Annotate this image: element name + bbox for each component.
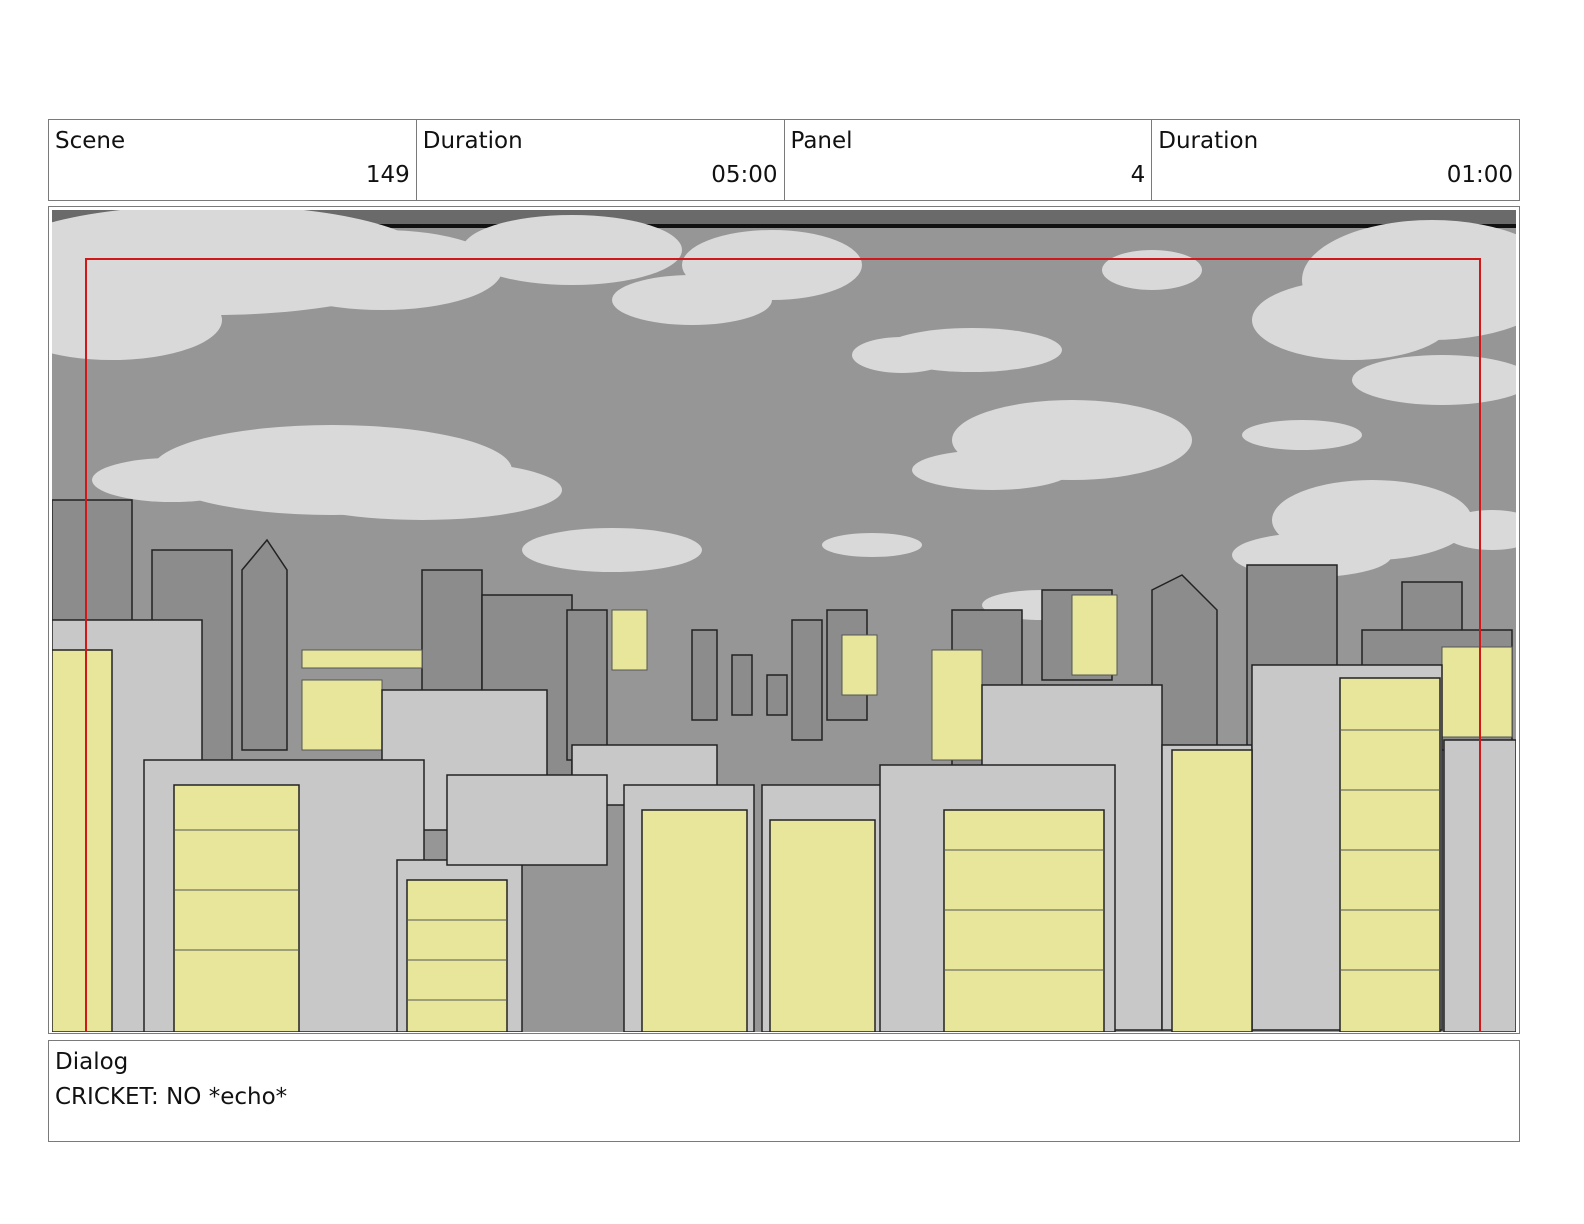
panel-duration-value: 01:00 xyxy=(1446,162,1513,188)
dialog-box: Dialog CRICKET: NO *echo* xyxy=(48,1040,1520,1142)
panel-label: Panel xyxy=(790,128,853,154)
panel-duration-cell: Duration 01:00 xyxy=(1152,120,1519,200)
panel-value: 4 xyxy=(1130,162,1146,188)
scene-duration-cell: Duration 05:00 xyxy=(417,120,785,200)
panel-cell: Panel 4 xyxy=(785,120,1153,200)
scene-duration-label: Duration xyxy=(422,128,523,154)
scene-duration-value: 05:00 xyxy=(711,162,778,188)
dialog-label: Dialog xyxy=(55,1049,129,1075)
dialog-text: CRICKET: NO *echo* xyxy=(55,1084,288,1110)
scene-value: 149 xyxy=(365,162,410,188)
panel-duration-label: Duration xyxy=(1158,128,1259,154)
scene-cell: Scene 149 xyxy=(49,120,417,200)
scene-label: Scene xyxy=(55,128,126,154)
city-skyline-illustration xyxy=(52,210,1516,1032)
panel-header: Scene 149 Duration 05:00 Panel 4 Duratio… xyxy=(48,119,1520,201)
storyboard-panel xyxy=(48,206,1520,1034)
